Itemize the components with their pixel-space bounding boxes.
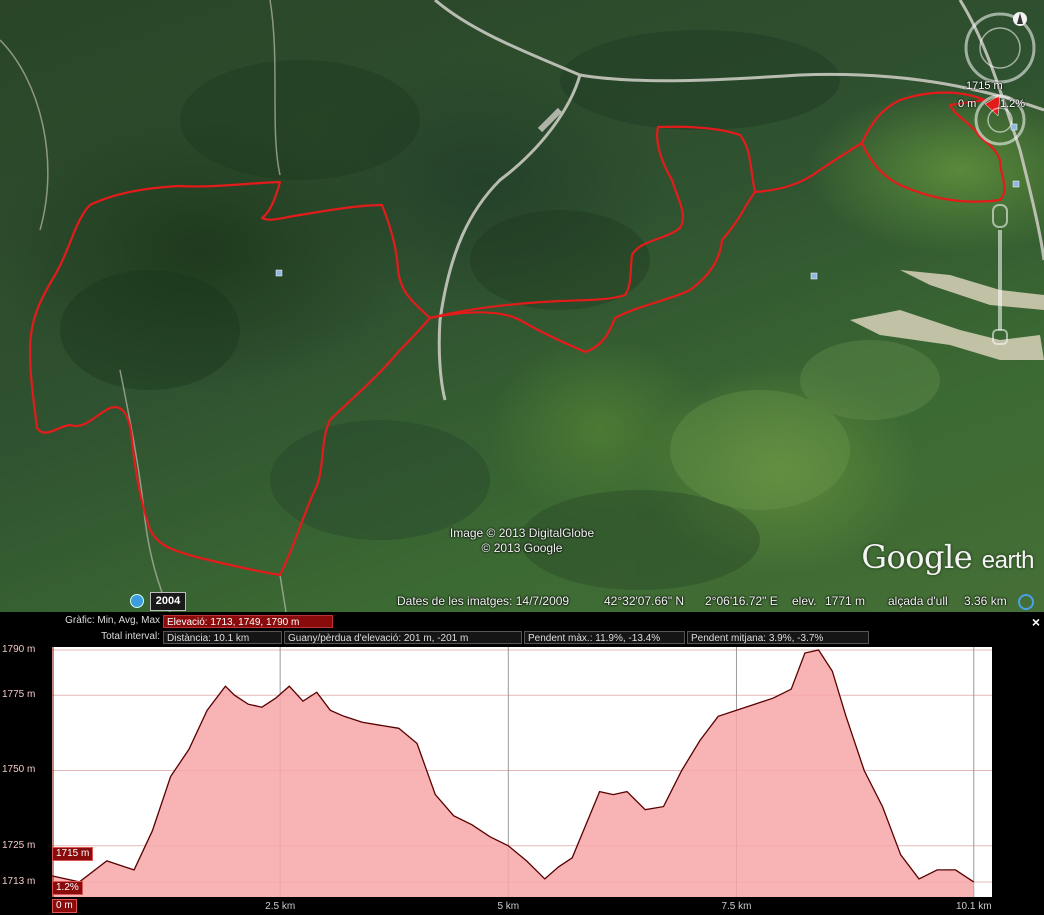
- longitude-readout: 2°06'16.72" E: [705, 594, 778, 608]
- zoom-in-handle[interactable]: [992, 204, 1008, 228]
- y-tick-label: 1790 m: [2, 644, 36, 655]
- placemark-icon[interactable]: [275, 269, 283, 277]
- x-tick-label: 2.5 km: [265, 901, 296, 912]
- status-bar: Dates de les imatges: 14/7/2009 42°32'07…: [0, 590, 1044, 612]
- placemark-icon[interactable]: [1010, 123, 1018, 131]
- placemark-icon[interactable]: [1012, 180, 1020, 188]
- elevation-profile-panel[interactable]: Gràfic: Min, Avg, Max Elevació: 1713, 17…: [0, 612, 1044, 915]
- latitude-readout: 42°32'07.66" N: [604, 594, 685, 608]
- cursor-slope-flag: 1.2%: [52, 881, 83, 895]
- logo-google-text: Google: [861, 538, 973, 576]
- map-view[interactable]: 1715 m 0 m 1.2% Image © 2013 DigitalGlob…: [0, 0, 1044, 612]
- marker-elevation-label: 1715 m: [966, 80, 1003, 92]
- placemark-icon[interactable]: [810, 272, 818, 280]
- marker-distance-label: 0 m: [958, 98, 977, 110]
- cursor-distance-flag: 0 m: [52, 899, 77, 913]
- elevation-label: elev.: [792, 594, 817, 608]
- x-tick-label: 5 km: [497, 901, 520, 912]
- x-tick-label: 7.5 km: [721, 901, 752, 912]
- y-tick-label: 1750 m: [2, 764, 36, 776]
- imagery-date: Dates de les imatges: 14/7/2009: [397, 594, 570, 608]
- x-tick-label: 10.1 km: [955, 901, 992, 912]
- marker-slope-label: 1.2%: [1000, 98, 1026, 110]
- y-tick-label: 1775 m: [2, 689, 36, 701]
- map-overlay: [0, 0, 1044, 612]
- elevation-chart[interactable]: [0, 612, 1044, 915]
- terrain-texture: [60, 30, 940, 590]
- y-tick-label: 1713 m: [2, 875, 36, 887]
- north-icon[interactable]: [1013, 12, 1027, 26]
- google-earth-logo: Google earth: [861, 538, 1034, 576]
- logo-earth-text: earth: [981, 547, 1035, 574]
- cursor-elevation-flag: 1715 m: [52, 847, 94, 861]
- eye-altitude-readout: 3.36 km: [964, 594, 1007, 608]
- elevation-readout: 1771 m: [825, 594, 866, 608]
- y-tick-label: 1725 m: [2, 839, 36, 851]
- streaming-globe-icon: [1018, 594, 1034, 610]
- eye-altitude-label: alçada d'ull: [888, 594, 948, 608]
